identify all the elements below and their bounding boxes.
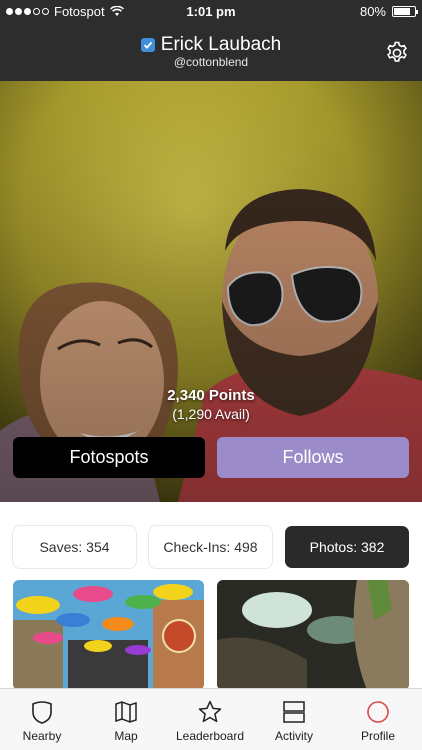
battery-group: 80% [359, 4, 418, 19]
profile-name: Erick Laubach [160, 34, 282, 55]
gear-icon[interactable] [384, 40, 410, 66]
saves-tab[interactable]: Saves: 354 [13, 526, 136, 568]
name-row: Erick Laubach [0, 34, 422, 56]
shield-icon [32, 701, 52, 724]
tab-bar: Nearby Map Leaderboard Activity Profile [0, 688, 422, 750]
status-time: 1:01 pm [186, 4, 236, 19]
tab-nearby[interactable]: Nearby [0, 689, 84, 750]
profile-circle-icon [367, 701, 389, 723]
follows-button[interactable]: Follows [217, 437, 409, 478]
tab-profile[interactable]: Profile [336, 689, 420, 750]
tab-leaderboard[interactable]: Leaderboard [168, 689, 252, 750]
tab-label: Activity [274, 729, 313, 743]
tab-activity[interactable]: Activity [252, 689, 336, 750]
verified-check-icon [140, 38, 155, 52]
tab-label: Profile [360, 729, 395, 743]
profile-header: Erick Laubach @cottonblend [0, 24, 422, 81]
tab-label: Leaderboard [175, 729, 245, 743]
points-summary: 2,340 Points (1,290 Avail) [0, 387, 422, 422]
points-total: 2,340 Points [167, 387, 255, 404]
battery-percent: 80% [359, 4, 386, 19]
tab-map[interactable]: Map [84, 689, 168, 750]
tab-label: Nearby [22, 729, 62, 743]
points-available: (1,290 Avail) [172, 406, 250, 422]
profile-cover-photo: 2,340 Points (1,290 Avail) Fotospots Fol… [0, 81, 422, 502]
photo-thumbnail-umbrellas[interactable] [13, 580, 204, 690]
fotospots-button[interactable]: Fotospots [13, 437, 205, 478]
photos-tab[interactable]: Photos: 382 [285, 526, 409, 568]
checkins-tab[interactable]: Check-Ins: 498 [149, 526, 272, 568]
status-bar: Fotospot 1:01 pm 80% [0, 0, 422, 24]
tab-label: Map [114, 729, 138, 743]
map-icon [115, 701, 137, 723]
profile-handle: @cottonblend [173, 55, 249, 69]
photo-thumbnail-cave[interactable] [217, 580, 409, 690]
star-icon [198, 700, 222, 723]
battery-icon [392, 6, 418, 17]
activity-icon [283, 701, 305, 723]
